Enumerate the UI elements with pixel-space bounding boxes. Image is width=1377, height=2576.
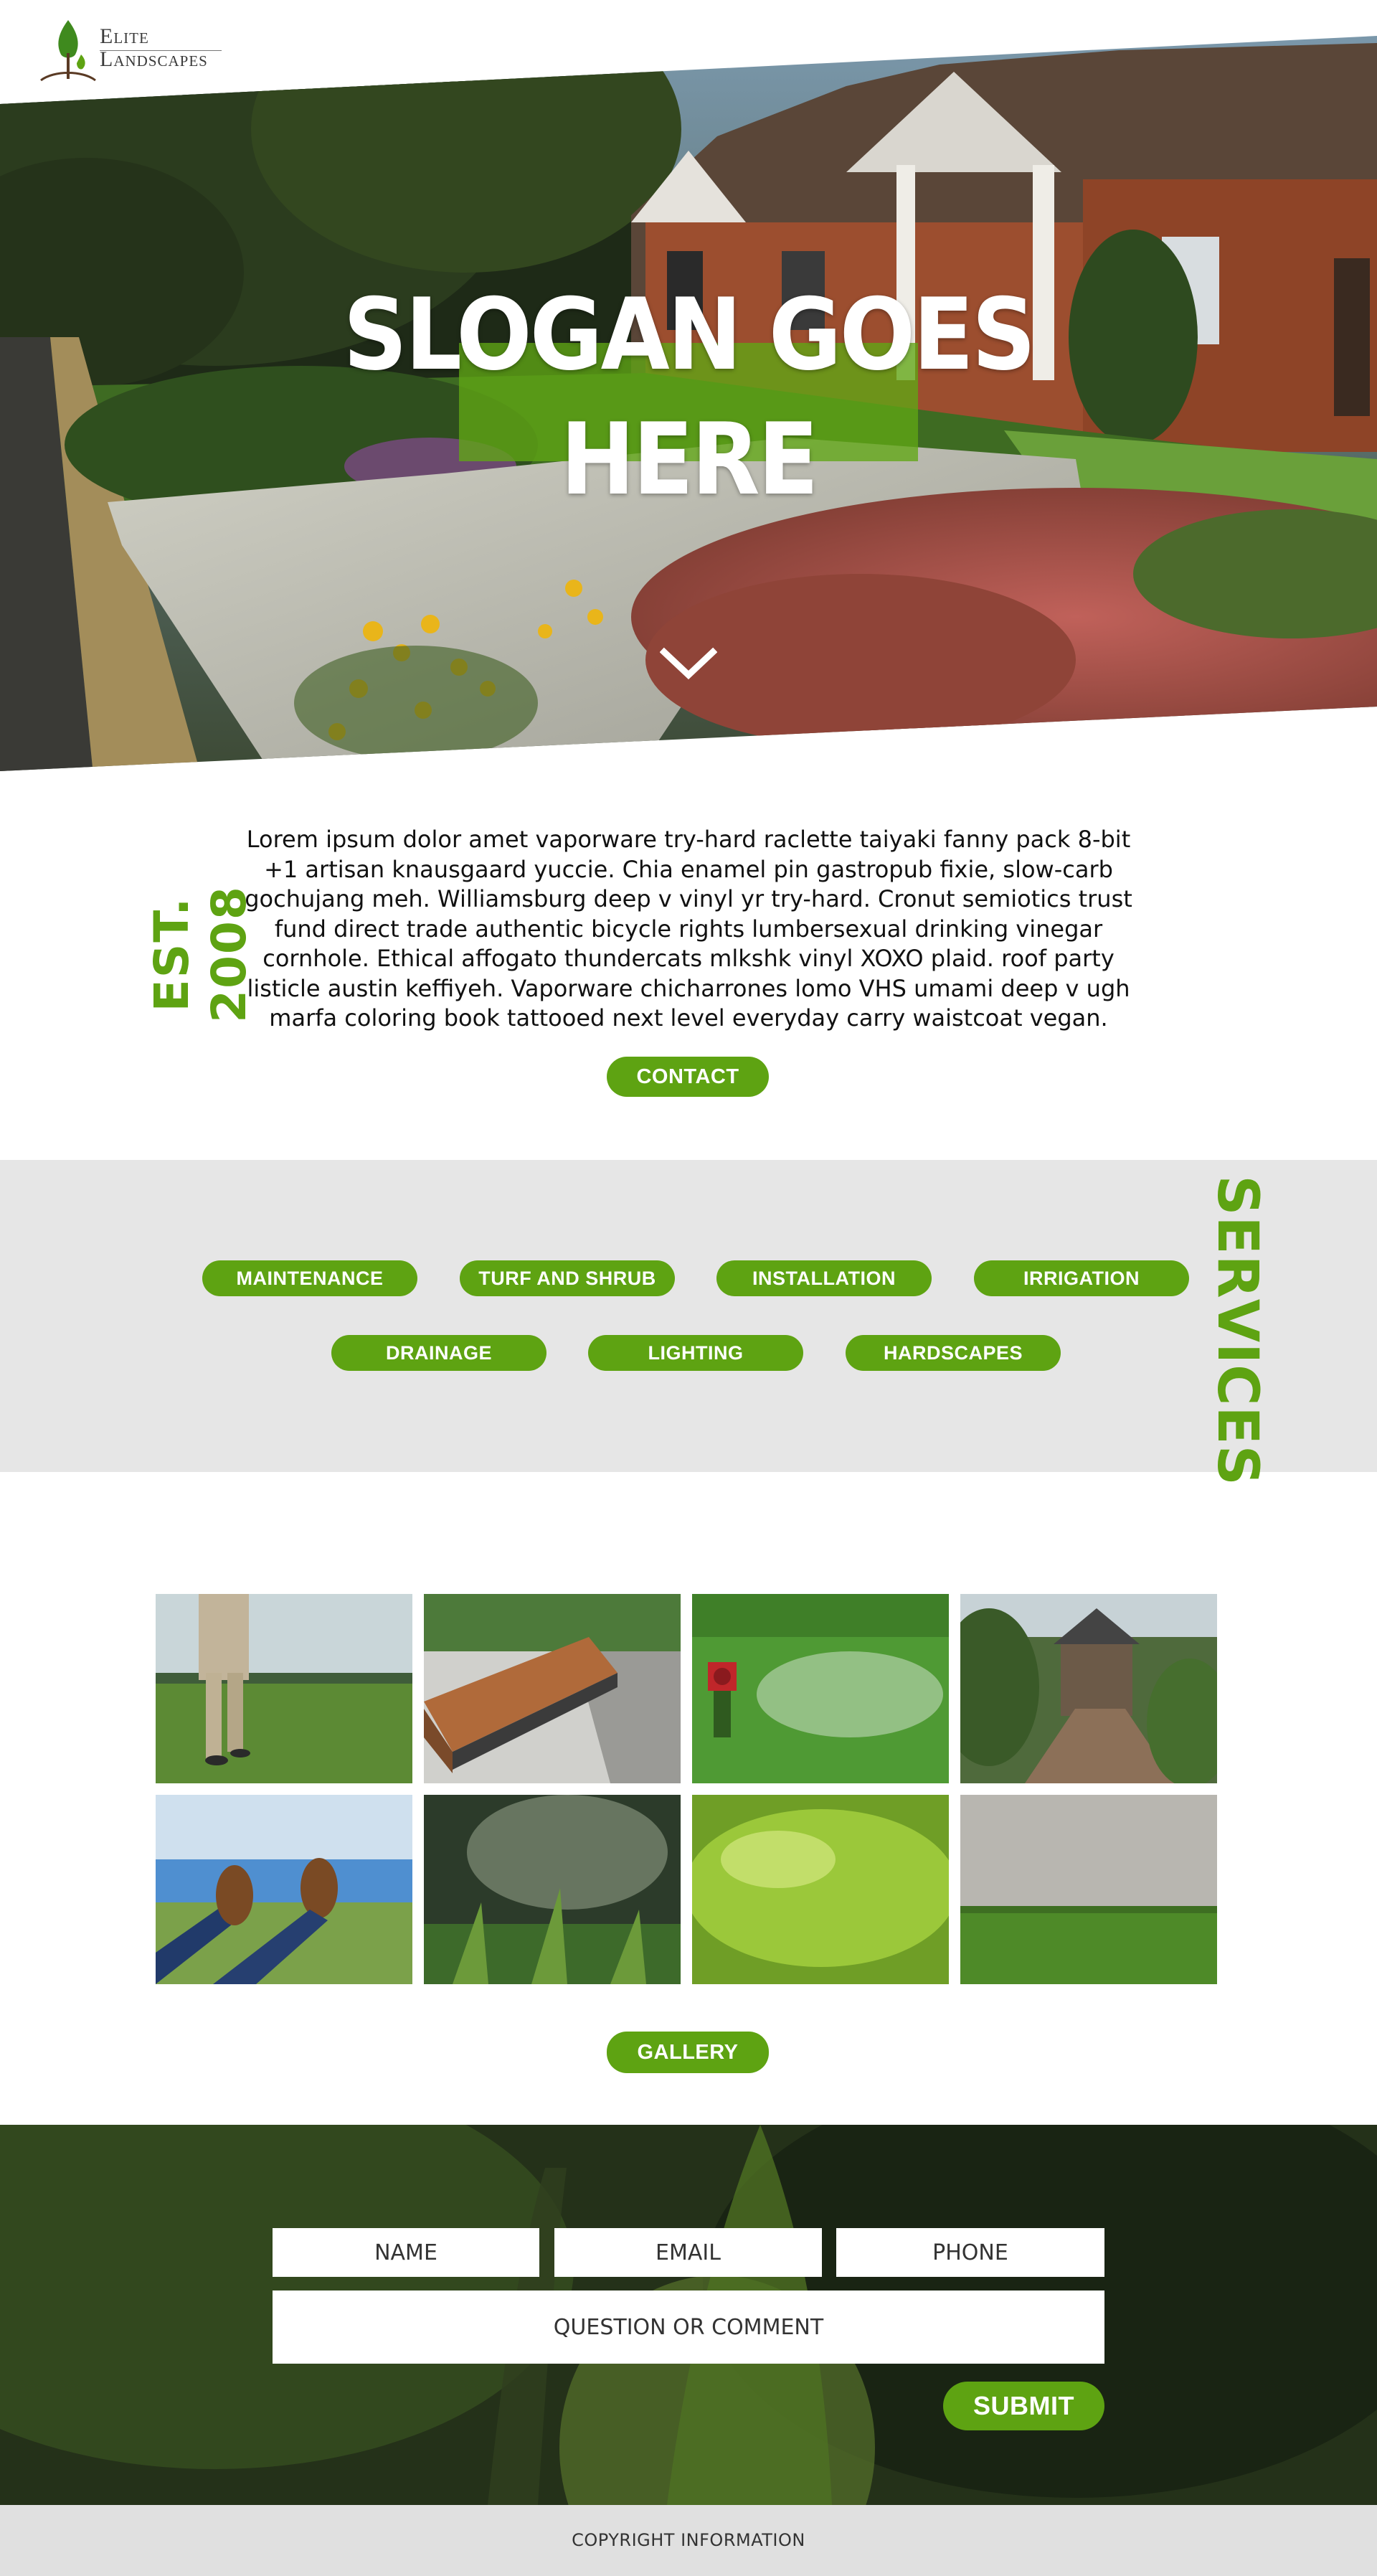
submit-button[interactable]: SUBMIT bbox=[943, 2382, 1104, 2430]
gallery-image-concrete-wall[interactable] bbox=[960, 1795, 1217, 1984]
service-irrigation[interactable]: IRRIGATION bbox=[974, 1260, 1189, 1296]
phone-field[interactable] bbox=[836, 2228, 1104, 2277]
gallery-image-bench[interactable] bbox=[424, 1594, 681, 1783]
service-installation[interactable]: INSTALLATION bbox=[716, 1260, 932, 1296]
logo-line-2: Landscapes bbox=[100, 47, 208, 71]
name-field[interactable] bbox=[273, 2228, 539, 2277]
hero-banner: Elite Landscapes SLOGAN GOES HERE bbox=[0, 0, 1377, 775]
chevron-down-icon bbox=[660, 647, 717, 680]
service-turf-and-shrub[interactable]: TURF AND SHRUB bbox=[460, 1260, 675, 1296]
service-hardscapes[interactable]: HARDSCAPES bbox=[846, 1335, 1061, 1371]
footer: COPYRIGHT INFORMATION bbox=[0, 2505, 1377, 2576]
logo-line-1: Elite bbox=[100, 24, 149, 48]
established-year: EST. 2008 bbox=[144, 885, 257, 1023]
service-maintenance[interactable]: MAINTENANCE bbox=[202, 1260, 417, 1296]
tree-logo-icon bbox=[40, 20, 96, 82]
gallery-image-sprinkler[interactable] bbox=[692, 1594, 949, 1783]
email-field[interactable] bbox=[554, 2228, 822, 2277]
contact-button[interactable]: CONTACT bbox=[607, 1057, 769, 1097]
gallery-button[interactable]: GALLERY bbox=[607, 2032, 769, 2073]
services-title: SERVICES bbox=[1205, 1175, 1269, 1486]
services-section: MAINTENANCE TURF AND SHRUB INSTALLATION … bbox=[0, 1160, 1377, 1472]
gallery-image-fresh-grass[interactable] bbox=[692, 1795, 949, 1984]
scroll-down-button[interactable] bbox=[660, 642, 717, 685]
comment-field[interactable] bbox=[273, 2290, 1104, 2364]
copyright-text: COPYRIGHT INFORMATION bbox=[572, 2530, 805, 2550]
about-paragraph: Lorem ipsum dolor amet vaporware try-har… bbox=[245, 826, 1132, 1032]
logo[interactable]: Elite Landscapes bbox=[39, 17, 226, 83]
gallery-image-grass-closeup[interactable] bbox=[424, 1795, 681, 1984]
gallery-image-golfer[interactable] bbox=[156, 1594, 412, 1783]
gallery-image-feet-by-lake[interactable] bbox=[156, 1795, 412, 1984]
slogan-line-2: HERE bbox=[560, 402, 818, 517]
service-drainage[interactable]: DRAINAGE bbox=[331, 1335, 546, 1371]
gallery-image-garden-path[interactable] bbox=[960, 1594, 1217, 1783]
service-lighting[interactable]: LIGHTING bbox=[588, 1335, 803, 1371]
slogan-line-1: SLOGAN GOES bbox=[343, 277, 1036, 392]
